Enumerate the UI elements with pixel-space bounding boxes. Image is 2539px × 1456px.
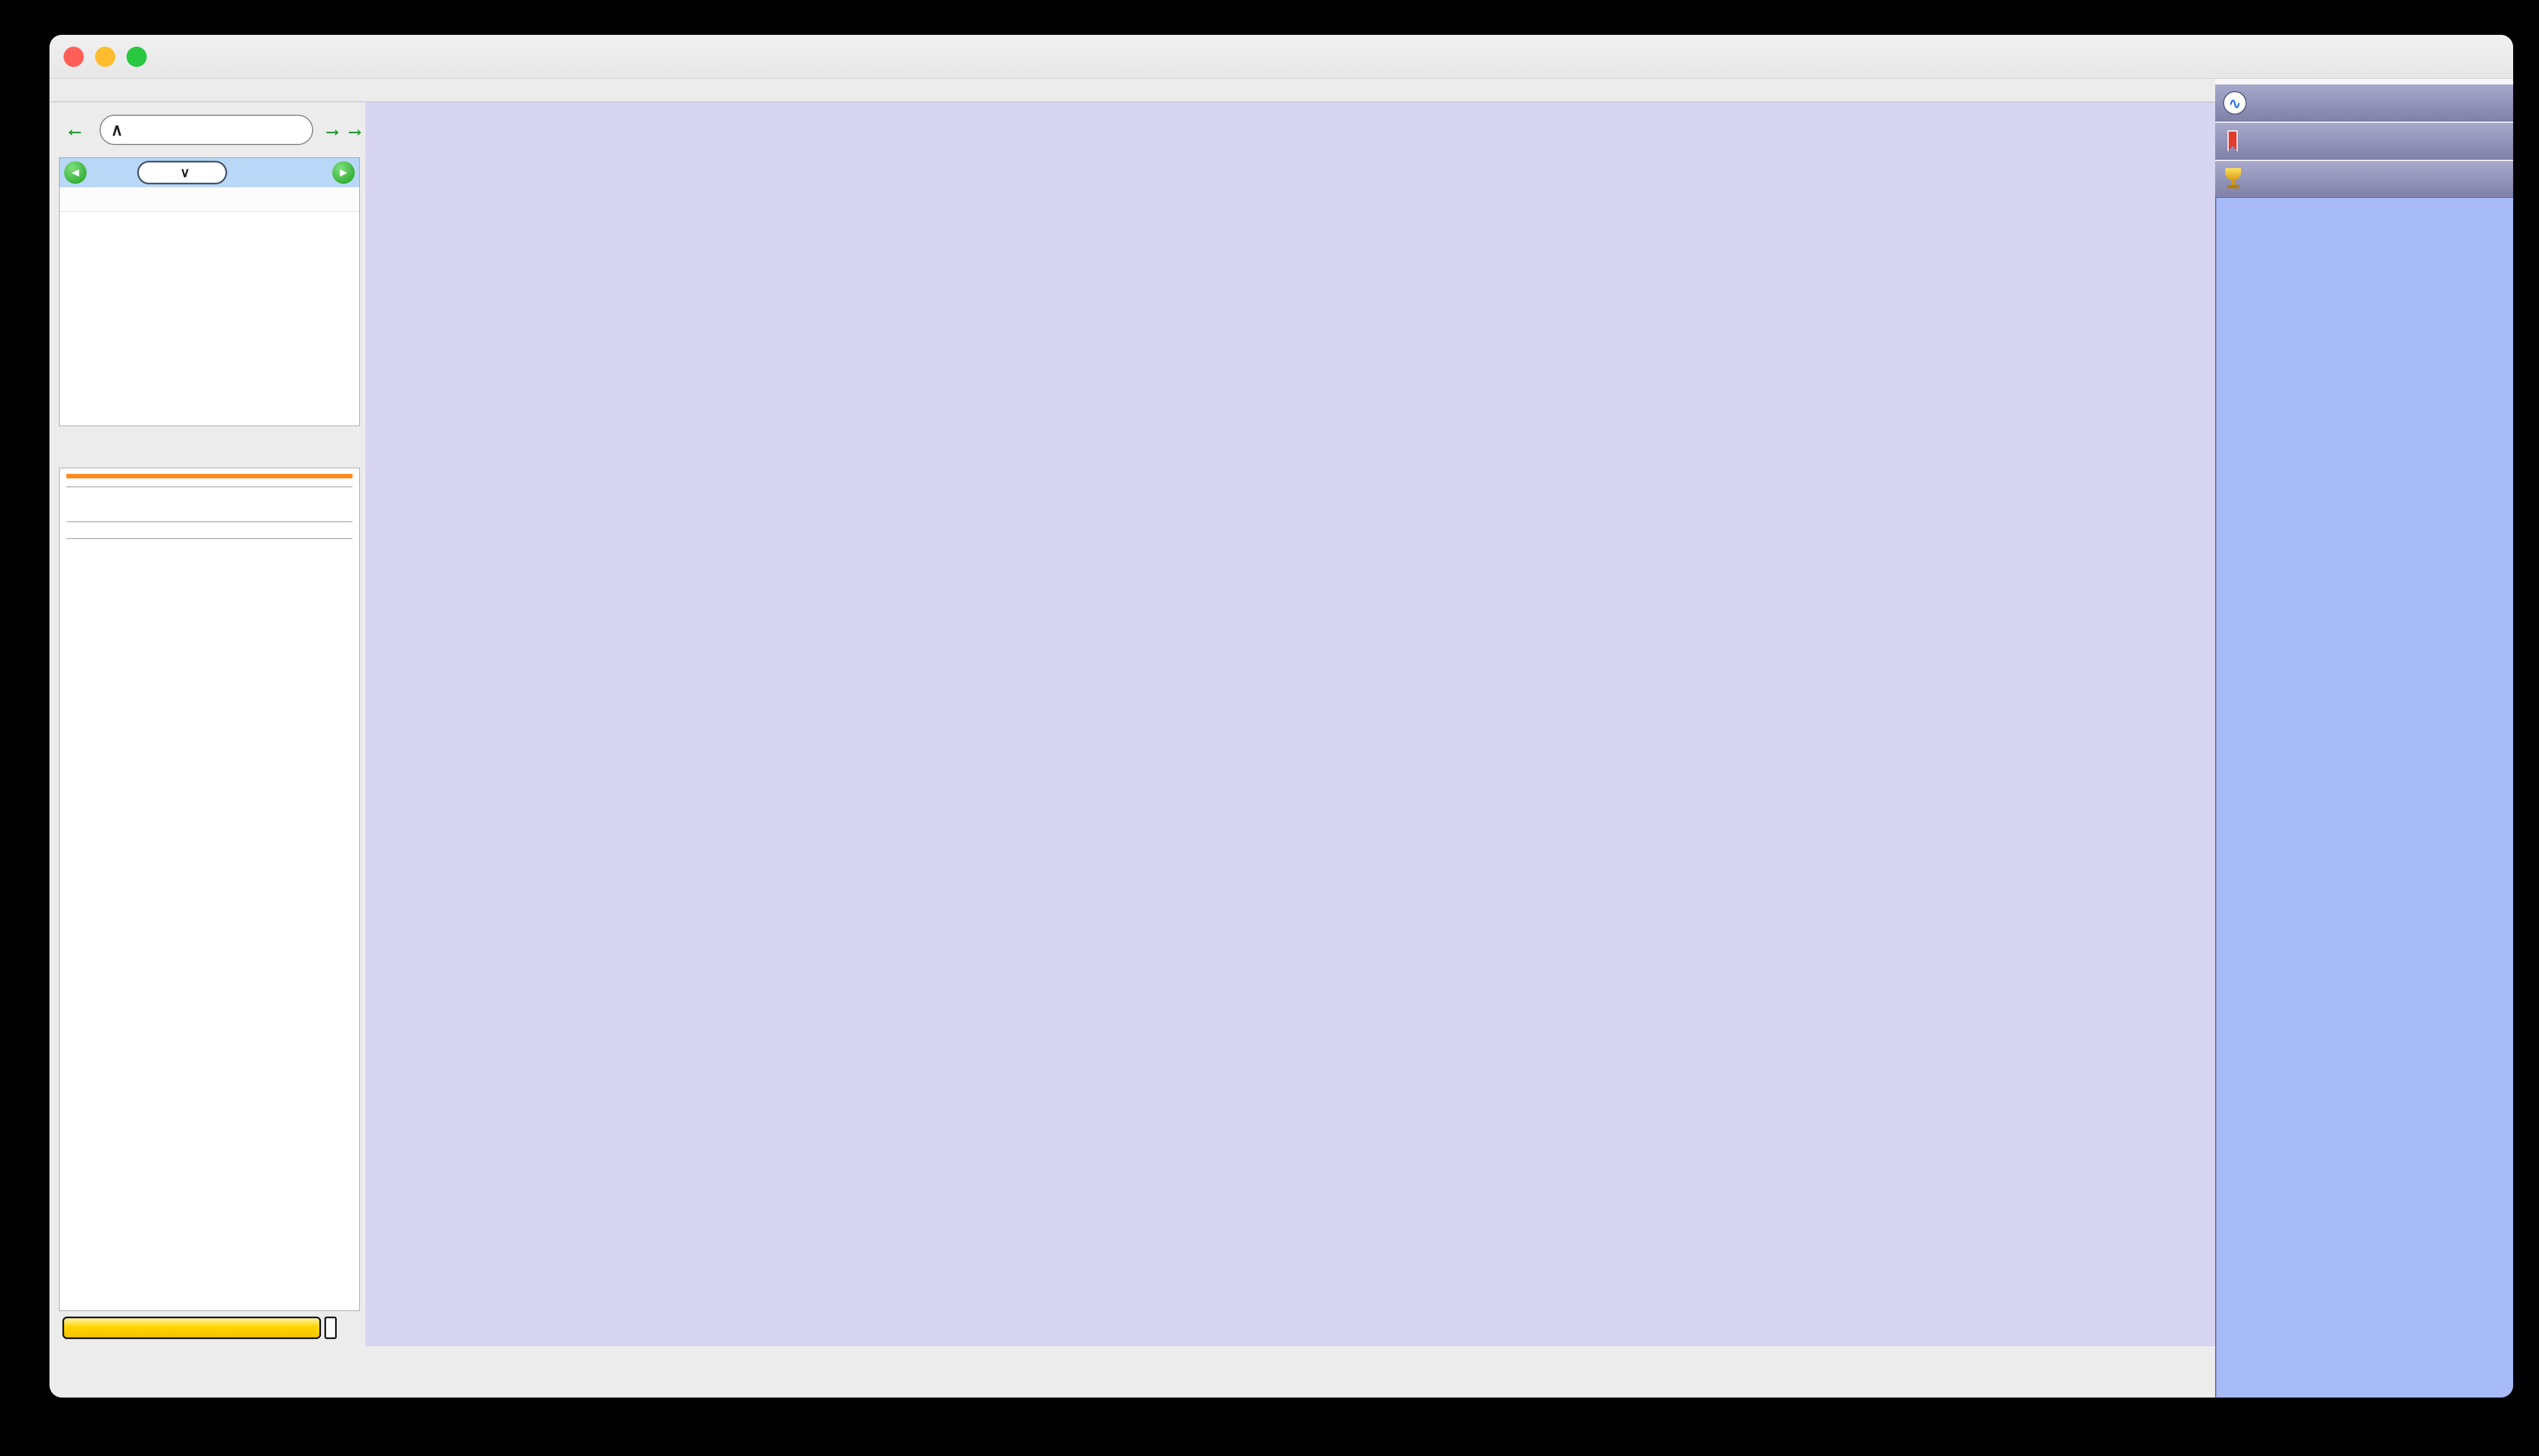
date-field[interactable]: ∧ xyxy=(100,115,313,145)
next-month-button[interactable]: ▶ xyxy=(332,161,355,184)
navigation-header[interactable]: ∿ xyxy=(2215,84,2513,121)
charts-area xyxy=(365,102,2215,1346)
previous-month-button[interactable]: ◀ xyxy=(64,161,87,184)
trophy-icon xyxy=(2223,168,2243,191)
bookmarks-header[interactable] xyxy=(2215,123,2513,160)
oscar-logo-icon: ∿ xyxy=(2223,91,2247,115)
month-dropdown[interactable]: ∨ xyxy=(137,161,227,184)
right-sidebar: ∿ xyxy=(2215,79,2513,1398)
details-panel xyxy=(59,468,360,1311)
chevron-down-icon: ∨ xyxy=(180,165,190,180)
calendar-header: ◀ ∨ ▶ xyxy=(60,158,359,187)
day-of-week-row xyxy=(60,187,359,212)
records-content xyxy=(2215,198,2513,1398)
screenshot-root: ← ∧ → →| ◀ ∨ ▶ ∿ xyxy=(0,0,2539,1456)
calendar: ◀ ∨ ▶ xyxy=(59,157,360,426)
oscar-window: ← ∧ → →| ◀ ∨ ▶ ∿ xyxy=(49,35,2513,1398)
ahi-banner xyxy=(66,474,353,478)
titlebar xyxy=(49,35,2513,79)
date-navigation: ← ∧ → →| xyxy=(59,115,371,146)
usage-hours-bar xyxy=(62,1317,321,1339)
previous-day-button[interactable]: ← xyxy=(65,117,85,141)
records-header[interactable] xyxy=(2215,161,2513,198)
chevron-up-icon: ∧ xyxy=(111,120,123,139)
usage-bar-handle[interactable] xyxy=(324,1317,337,1339)
window-title xyxy=(49,35,2513,79)
calendar-grid xyxy=(60,212,359,426)
main-tab-bar xyxy=(49,79,2215,102)
bookmark-icon xyxy=(2228,130,2238,152)
next-day-button[interactable]: → xyxy=(322,117,342,141)
left-panel: ← ∧ → →| ◀ ∨ ▶ xyxy=(59,108,371,1395)
